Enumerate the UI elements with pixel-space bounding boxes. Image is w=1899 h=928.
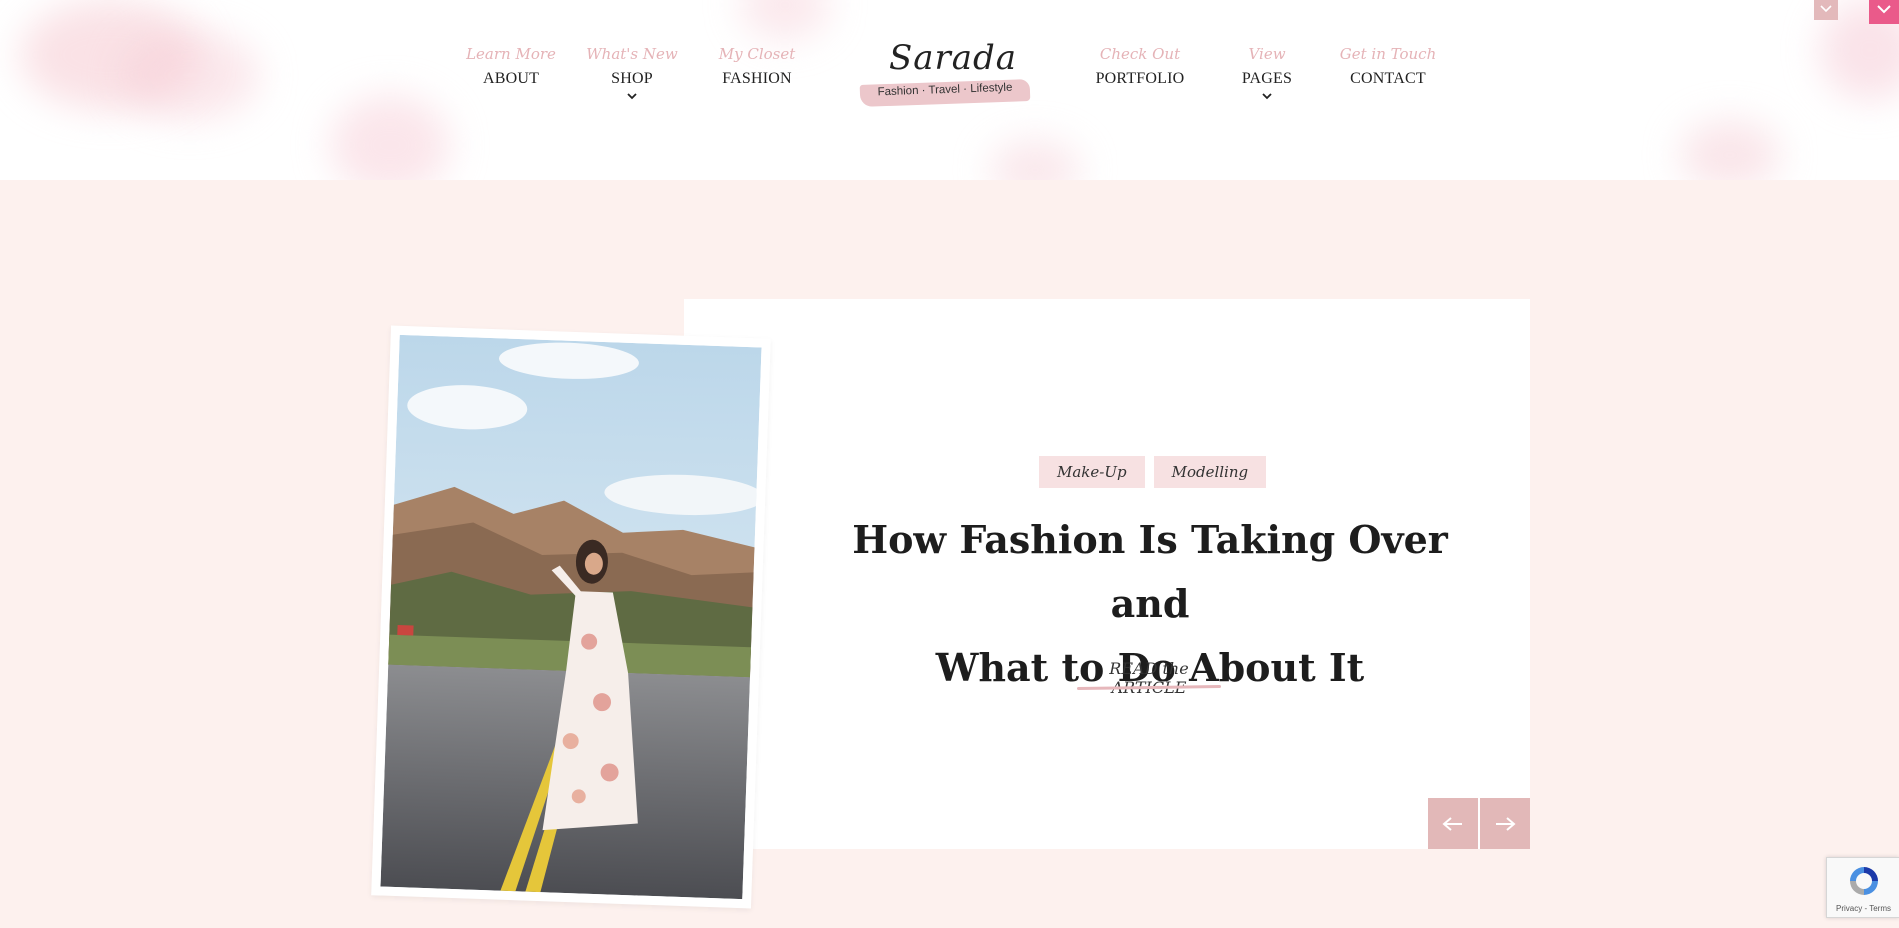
featured-post-image[interactable]	[371, 325, 771, 909]
nav-subtitle: View	[1248, 45, 1286, 63]
nav-item-shop[interactable]: What's New SHOP	[572, 44, 692, 102]
recaptcha-icon	[1850, 867, 1878, 895]
nav-item-portfolio[interactable]: Check Out PORTFOLIO	[1080, 44, 1200, 88]
slider-next-button[interactable]	[1480, 798, 1530, 849]
recaptcha-badge[interactable]: Privacy - Terms	[1826, 857, 1899, 918]
decorative-petal	[330, 95, 450, 180]
tag-modelling[interactable]: Modelling	[1153, 456, 1267, 488]
decorative-petal	[1680, 120, 1780, 180]
nav-subtitle: Check Out	[1099, 45, 1181, 63]
chevron-down-icon	[1820, 5, 1832, 13]
site-logo[interactable]: Sarada Fashion · Travel · Lifestyle	[856, 38, 1034, 110]
decorative-petal	[990, 140, 1080, 180]
chevron-down-icon[interactable]	[1261, 90, 1273, 102]
nav-label: PAGES	[1241, 70, 1293, 87]
nav-label: FASHION	[722, 70, 792, 87]
nav-item-pages[interactable]: View PAGES	[1207, 44, 1327, 102]
corner-toggle-button[interactable]	[1814, 0, 1838, 20]
arrow-right-icon	[1496, 816, 1516, 831]
nav-label: PORTFOLIO	[1095, 70, 1185, 87]
post-tags: Make-Up Modelling	[1039, 456, 1267, 488]
nav-subtitle: My Closet	[718, 45, 796, 63]
nav-label: CONTACT	[1350, 70, 1426, 87]
logo-name: Sarada	[888, 38, 1018, 78]
tag-make-up[interactable]: Make-Up	[1039, 456, 1145, 488]
woman-on-road-photo	[380, 334, 762, 900]
nav-item-fashion[interactable]: My Closet FASHION	[697, 44, 817, 88]
nav-item-about[interactable]: Learn More ABOUT	[451, 44, 571, 88]
decorative-petal	[740, 0, 830, 40]
slider-prev-button[interactable]	[1428, 798, 1478, 849]
read-article-link[interactable]: READ the ARTICLE	[1076, 659, 1222, 697]
post-title-line-1: How Fashion Is Taking Over and	[852, 517, 1448, 626]
chevron-down-icon[interactable]	[626, 90, 638, 102]
nav-label: SHOP	[611, 70, 653, 87]
chevron-down-icon	[1877, 5, 1891, 14]
site-header: Learn More ABOUT What's New SHOP My Clos…	[0, 0, 1899, 180]
recaptcha-links: Privacy - Terms	[1836, 904, 1891, 913]
nav-label: ABOUT	[482, 70, 540, 87]
arrow-left-icon	[1442, 816, 1462, 831]
corner-menu-button[interactable]	[1869, 0, 1899, 24]
nav-subtitle: Get in Touch	[1339, 45, 1437, 63]
decorative-petal	[120, 30, 260, 120]
nav-subtitle: Learn More	[466, 45, 556, 63]
nav-subtitle: What's New	[586, 45, 678, 63]
nav-item-contact[interactable]: Get in Touch CONTACT	[1328, 44, 1448, 88]
